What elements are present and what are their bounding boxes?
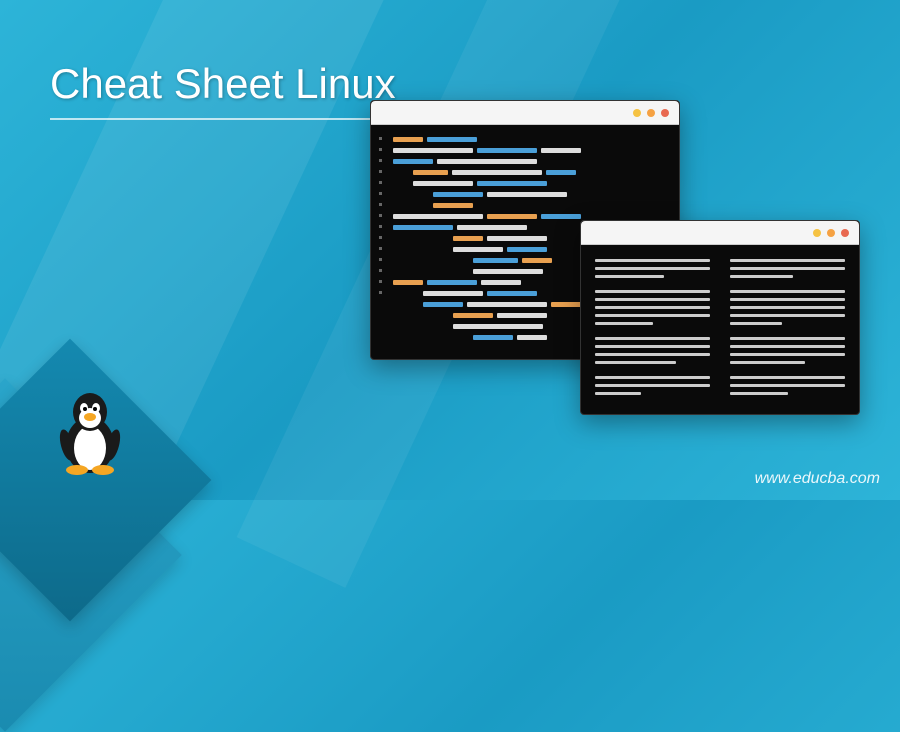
maximize-icon bbox=[827, 229, 835, 237]
page-title: Cheat Sheet Linux bbox=[50, 60, 396, 108]
window-titlebar bbox=[371, 101, 679, 125]
minimize-icon bbox=[813, 229, 821, 237]
minimize-icon bbox=[633, 109, 641, 117]
line-numbers bbox=[379, 137, 382, 302]
close-icon bbox=[661, 109, 669, 117]
window-titlebar bbox=[581, 221, 859, 245]
text-document-window bbox=[580, 220, 860, 415]
watermark-text: www.educba.com bbox=[755, 470, 880, 488]
text-content bbox=[581, 245, 859, 414]
maximize-icon bbox=[647, 109, 655, 117]
title-underline bbox=[50, 118, 390, 120]
close-icon bbox=[841, 229, 849, 237]
tux-penguin-icon bbox=[55, 390, 125, 480]
